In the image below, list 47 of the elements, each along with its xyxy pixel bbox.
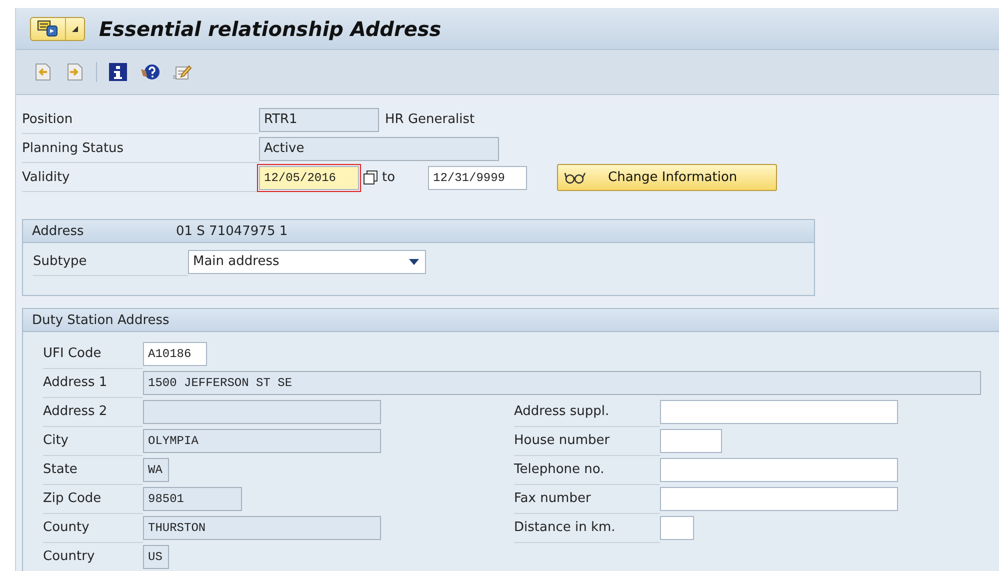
text-field[interactable]: WA <box>143 458 169 482</box>
text-field[interactable]: 1500 JEFFERSON ST SE <box>143 370 981 394</box>
field-label: House number <box>514 432 610 448</box>
text-field[interactable] <box>660 400 898 424</box>
text-field[interactable] <box>660 516 694 540</box>
subtype-dropdown[interactable]: Main address <box>188 250 426 274</box>
field-label: Address suppl. <box>514 404 610 418</box>
change-information-button[interactable]: Change Information <box>557 164 777 191</box>
planning-status-field[interactable]: Active <box>259 136 499 160</box>
field-label: State <box>43 462 78 476</box>
info-button[interactable] <box>107 61 129 83</box>
position-field[interactable]: RTR1 <box>259 108 379 132</box>
date-field[interactable]: 12/31/9999 <box>428 166 527 190</box>
field-label: Position <box>22 105 259 134</box>
calendar-button[interactable] <box>363 170 379 186</box>
window-title: Essential relationship Address <box>99 16 442 40</box>
field-label: County <box>43 520 90 534</box>
text-field[interactable]: THURSTON <box>143 516 381 540</box>
text-field[interactable]: US <box>143 544 169 568</box>
field-label: Telephone no. <box>514 462 604 476</box>
address-key: 01 S 71047975 1 <box>176 224 288 238</box>
to-label: to <box>382 170 396 185</box>
field-label: Planning Status <box>22 134 259 163</box>
field-label: City <box>43 432 68 448</box>
text-field[interactable] <box>143 400 381 424</box>
glasses-icon <box>564 170 586 184</box>
text-field[interactable] <box>660 458 898 482</box>
date-field[interactable]: 12/05/2016 <box>259 166 359 190</box>
text-field[interactable]: OLYMPIA <box>143 428 381 452</box>
caret-icon <box>72 26 78 32</box>
group-title: Address <box>32 224 85 238</box>
field-label: Country <box>43 548 95 564</box>
text-field[interactable]: A10186 <box>143 342 207 366</box>
field-label: Address 1 <box>43 374 108 390</box>
field-label: UFI Code <box>43 346 102 360</box>
field-label: Distance in km. <box>514 520 616 534</box>
text-field[interactable]: 98501 <box>143 486 242 510</box>
field-label: Address 2 <box>43 404 108 418</box>
field-label: Zip Code <box>43 490 102 506</box>
menu-button[interactable] <box>30 16 85 40</box>
menu-icon <box>37 20 59 38</box>
field-label: Fax number <box>514 490 591 506</box>
text-field[interactable] <box>660 428 722 452</box>
text-field[interactable] <box>660 486 898 510</box>
position-name: HR Generalist <box>385 112 475 127</box>
group-title: Duty Station Address <box>32 312 170 328</box>
dropdown-arrow-icon <box>409 258 419 264</box>
